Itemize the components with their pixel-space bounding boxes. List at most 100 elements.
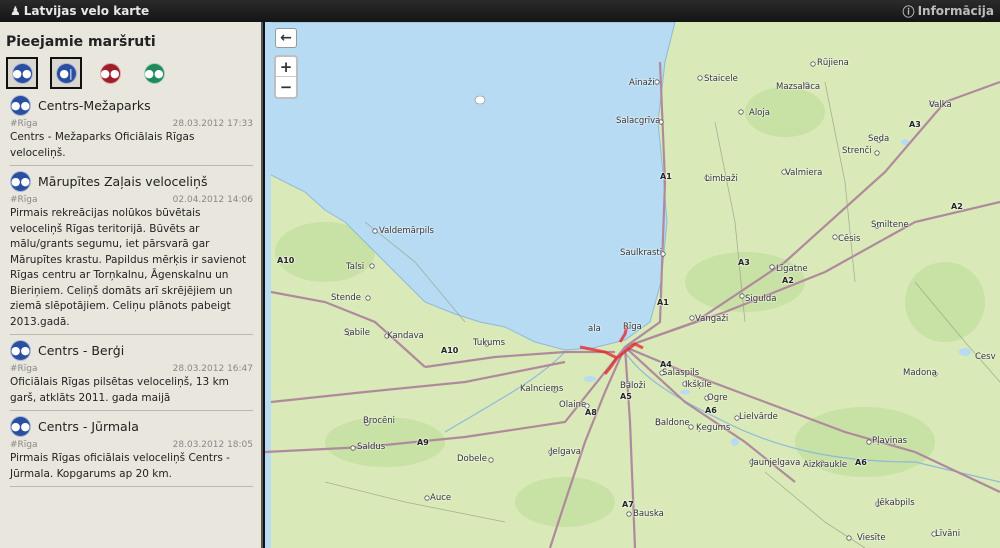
map-label: Rīga [623,322,642,332]
map-label: Tukums [473,338,506,348]
sidebar: Pieejamie maršruti ●● ●| ●● ●● ●● Centrs-… [0,22,263,548]
map-label: Salaspils [662,368,700,378]
filter-bicycle-green[interactable]: ●● [138,57,170,89]
map-label: Ainaži [629,78,655,88]
route-tag[interactable]: #Rīga [10,364,38,374]
route-item[interactable]: ●● Centrs - Jūrmala #Rīga 28.03.2012 18:05… [10,413,253,487]
map-label: Kandava [387,331,424,341]
road-label: A1 [660,172,672,181]
bicycle-icon: ●● [10,170,31,192]
road-label: A3 [909,120,921,129]
bicycle-icon: ●● [10,94,31,116]
map-label: Valmiera [785,168,823,178]
map-label: Stende [331,293,361,303]
map-label: Strenči [842,146,872,156]
map-label: Sabile [344,328,370,338]
route-tag[interactable]: #Rīga [10,195,38,205]
road-label: A4 [660,360,672,369]
map-label: Baloži [620,381,646,391]
filter-bicycle-red[interactable]: ●● [94,57,126,89]
map-label: Seda [868,134,890,144]
map-label: Bauska [633,509,664,519]
app-title[interactable]: ♟ Latvijas velo karte [10,4,149,18]
back-button[interactable]: ← [275,28,297,48]
road-label: A10 [277,256,295,265]
route-date: 28.03.2012 16:47 [172,364,253,374]
map-label: Cesv [975,352,996,362]
map-label: Viesīte [857,533,886,543]
map-label: Valdemārpils [379,226,434,236]
map-label: Vangaži [695,314,729,324]
zoom-control: + − [274,55,298,99]
map-label: Limbaži [705,174,738,184]
route-description: Pirmais Rīgas oficiālais veloceliņš Cent… [10,452,230,480]
filter-bike-pedestrian[interactable]: ●| [50,57,82,89]
map-label: Pļaviņas [872,436,908,446]
map-canvas[interactable] [265,22,1000,548]
road-label: A3 [738,258,750,267]
map-label: Jaunjelgava [751,458,801,468]
map-label: Ķegums [696,423,731,433]
bicycle-icon: ●● [11,62,33,84]
route-description: Pirmais rekreācijas nolūkos būvētais vel… [10,207,247,328]
map-label: Cēsis [838,234,861,244]
route-item[interactable]: ●● Centrs - Berģi #Rīga 28.03.2012 16:47 O… [10,337,253,411]
map-label: Ogre [707,393,728,403]
map-label: Rūjiena [817,58,849,68]
map-label: Olaine [559,400,587,410]
route-list: ●● Centrs-Mežaparks #Rīga 28.03.2012 17:33… [0,92,261,487]
map-label: Dobele [457,454,487,464]
route-description: Centrs - Mežaparks Oficiālais Rīgas velo… [10,131,195,159]
route-date: 28.03.2012 17:33 [172,119,253,129]
map-label: ala [588,324,601,334]
road-label: A10 [441,346,459,355]
map-label: Madona [903,368,937,378]
map-label: Auce [430,493,452,503]
map-label: Baldone [655,418,690,428]
user-icon: ♟ [10,4,21,18]
map-label: Aizkraukle [803,460,848,470]
route-title: Centrs - Berģi [38,342,125,358]
zoom-in-button[interactable]: + [276,57,296,77]
map-label: Līgatne [776,264,808,274]
road-label: A5 [620,392,632,401]
map-label: Saldus [357,442,386,452]
map-label: Salacgrīva [616,116,661,126]
route-title: Centrs - Jūrmala [38,418,139,434]
map-label: Jēkabpils [877,498,915,508]
map-label: Lielvārde [739,412,778,422]
bicycle-icon: ●● [10,339,31,361]
road-label: A6 [705,406,717,415]
map-label: Valka [929,100,952,110]
top-navbar: ♟ Latvijas velo karte ⓘ Informācija [0,0,1000,22]
info-link[interactable]: ⓘ Informācija [903,3,994,20]
map-label: Staicele [704,74,738,84]
road-label: A1 [657,298,669,307]
map-label: Jelgava [550,447,581,457]
map-label: Smiltene [871,220,909,230]
map-label: Sigulda [745,294,777,304]
road-label: A8 [585,408,597,417]
map-label: Aloja [749,108,770,118]
route-title: Centrs-Mežaparks [38,97,151,113]
route-item[interactable]: ●● Mārupītes Zaļais veloceliņš #Rīga 02.04… [10,168,253,335]
route-tag[interactable]: #Rīga [10,119,38,129]
map-label: Talsi [346,262,365,272]
route-tag[interactable]: #Rīga [10,440,38,450]
road-label: A9 [417,438,429,447]
road-label: A6 [855,458,867,467]
filter-bicycle-blue[interactable]: ●● [6,57,38,89]
route-title: Mārupītes Zaļais veloceliņš [38,173,208,189]
zoom-out-button[interactable]: − [276,77,296,97]
road-label: A2 [951,202,963,211]
map-label: Mazsalaca [776,82,821,92]
road-label: A2 [782,276,794,285]
map-view[interactable]: ← + − Ainaži Staicele Rūjiena Mazsalaca … [265,22,1000,548]
route-item[interactable]: ●● Centrs-Mežaparks #Rīga 28.03.2012 17:33… [10,92,253,166]
arrow-left-icon: ← [280,30,292,46]
route-filter-group: ●● ●| ●● ●● [6,56,261,90]
map-label: Kalnciems [520,384,564,394]
road-label: A7 [622,500,634,509]
route-date: 02.04.2012 14:06 [172,195,253,205]
sidebar-heading: Pieejamie maršruti [6,34,156,50]
